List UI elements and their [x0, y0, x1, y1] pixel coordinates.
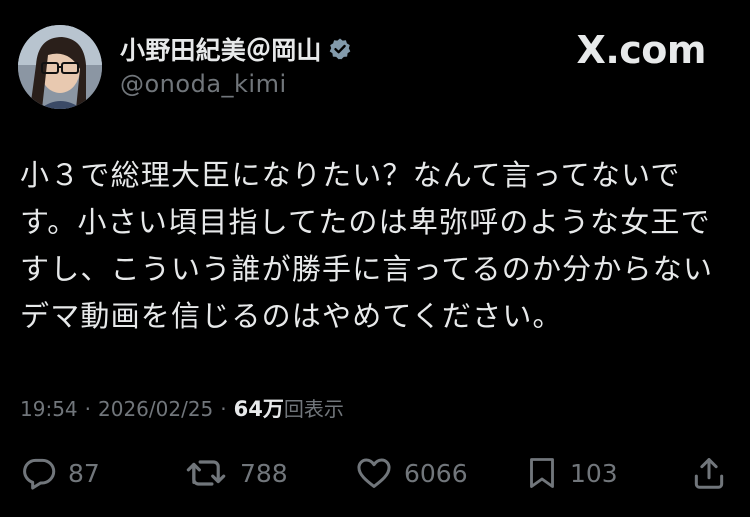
user-handle[interactable]: @onoda_kimi — [120, 70, 287, 98]
share-button[interactable] — [690, 450, 728, 496]
bookmark-icon — [530, 458, 554, 488]
like-count: 6066 — [404, 458, 468, 488]
tweet-text-line: 小３で総理大臣になりたい？なんて言ってないで — [20, 158, 681, 192]
bookmark-button[interactable]: 103 — [524, 450, 618, 496]
retweet-icon — [186, 460, 226, 486]
reply-count: 87 — [68, 458, 100, 488]
meta-separator: · — [220, 397, 227, 421]
share-icon — [694, 458, 724, 489]
retweet-button[interactable]: 788 — [186, 450, 288, 496]
verified-badge-icon — [328, 37, 352, 61]
meta-separator: · — [84, 397, 91, 421]
x-logo: X.com — [576, 28, 707, 72]
tweet-text-line: すし、こういう誰が勝手に言ってるのか分からない — [20, 252, 714, 286]
like-button[interactable]: 6066 — [354, 450, 468, 496]
tweet-text-line: デマ動画を信じるのはやめてください。 — [20, 299, 563, 333]
retweet-count: 788 — [240, 458, 288, 488]
user-name-row[interactable]: 小野田紀美＠岡山 — [120, 32, 352, 66]
tweet-text: 小３で総理大臣になりたい？なんて言ってないで す。小さい頃目指してたのは卑弥呼の… — [20, 152, 730, 340]
action-bar: 87 788 6066 103 — [0, 450, 750, 496]
views-label: 回表示 — [283, 397, 344, 421]
reply-button[interactable]: 87 — [20, 450, 100, 496]
tweet-text-line: す。小さい頃目指してたのは卑弥呼のような女王で — [20, 205, 711, 239]
reply-icon — [23, 458, 56, 490]
display-name[interactable]: 小野田紀美＠岡山 — [120, 31, 322, 67]
tweet-time[interactable]: 19:54 — [20, 397, 78, 421]
tweet-date[interactable]: 2026/02/25 — [98, 397, 213, 421]
bookmark-count: 103 — [570, 458, 618, 488]
avatar[interactable] — [18, 25, 102, 109]
profile-photo — [18, 25, 102, 109]
views-count[interactable]: 64万 — [234, 393, 284, 423]
tweet-meta: 19:54 · 2026/02/25 · 64万 回表示 — [20, 393, 344, 423]
heart-icon — [357, 458, 391, 488]
